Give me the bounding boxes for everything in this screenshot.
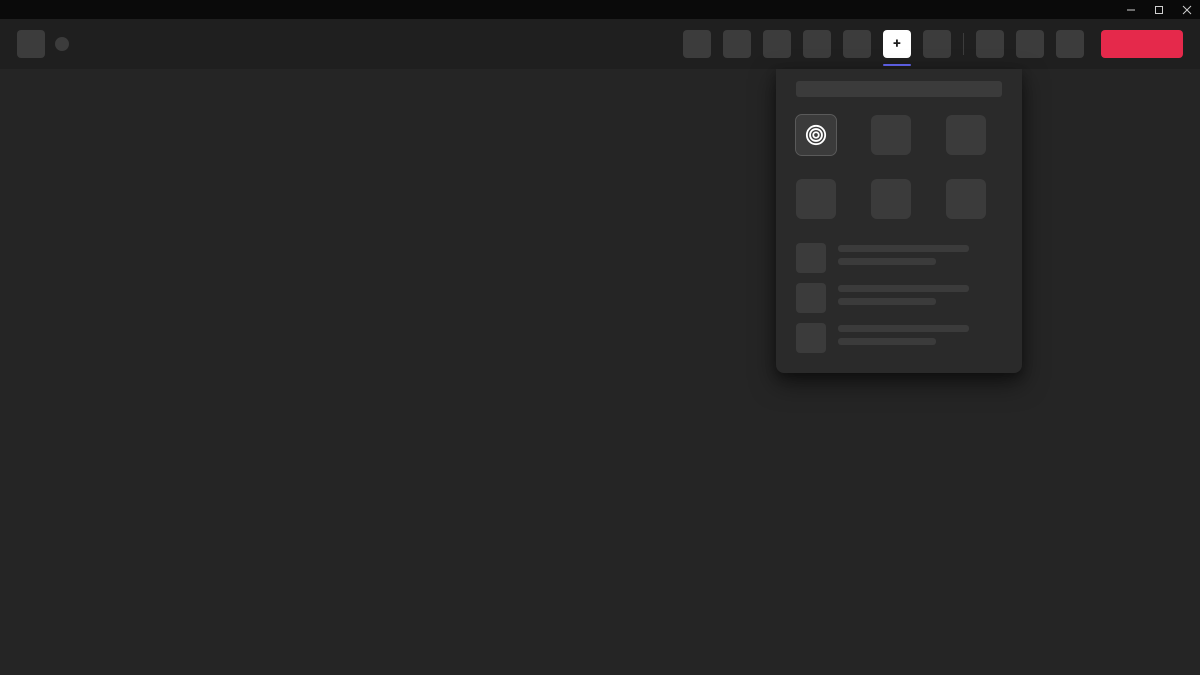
panel-template-list xyxy=(796,243,1002,353)
panel-tile-4[interactable] xyxy=(796,179,836,219)
panel-tile-2[interactable] xyxy=(871,115,911,155)
spiral-icon xyxy=(805,124,827,146)
window-titlebar: Minimize Maximize Close xyxy=(0,0,1200,19)
nav-separator xyxy=(963,33,964,55)
app-logo[interactable]: App Logo xyxy=(17,30,45,58)
list-item-text xyxy=(838,323,1002,345)
list-item-thumb xyxy=(796,323,826,353)
nav-button-3[interactable] xyxy=(763,30,791,58)
window-close-button[interactable]: Close xyxy=(1180,3,1194,17)
list-item-thumb xyxy=(796,283,826,313)
panel-tile-1[interactable] xyxy=(796,115,836,155)
add-dropdown-panel xyxy=(776,69,1022,373)
panel-list-item[interactable] xyxy=(796,323,1002,353)
app-header: App Logo Status + xyxy=(0,19,1200,69)
panel-tile-grid xyxy=(796,115,1002,219)
nav-secondary-button-2[interactable] xyxy=(1016,30,1044,58)
nav-secondary-button-3[interactable] xyxy=(1056,30,1084,58)
list-item-subtitle xyxy=(838,258,936,265)
nav-button-add[interactable]: + xyxy=(883,30,911,58)
nav-button-7[interactable] xyxy=(923,30,951,58)
list-item-title xyxy=(838,285,969,292)
list-item-text xyxy=(838,283,1002,305)
list-item-title xyxy=(838,325,969,332)
minimize-icon xyxy=(1126,5,1136,15)
panel-list-item[interactable] xyxy=(796,283,1002,313)
list-item-text xyxy=(838,243,1002,265)
panel-list-item[interactable] xyxy=(796,243,1002,273)
maximize-icon xyxy=(1154,5,1164,15)
list-item-thumb xyxy=(796,243,826,273)
panel-tile-3[interactable] xyxy=(946,115,986,155)
window-minimize-button[interactable]: Minimize xyxy=(1124,3,1138,17)
list-item-subtitle xyxy=(838,298,936,305)
app-status-indicator: Status xyxy=(55,37,69,51)
plus-icon: + xyxy=(893,37,901,51)
nav-button-1[interactable] xyxy=(683,30,711,58)
nav-button-2[interactable] xyxy=(723,30,751,58)
header-left-group: App Logo Status xyxy=(17,30,683,58)
main-canvas xyxy=(0,69,1200,675)
panel-tile-5[interactable] xyxy=(871,179,911,219)
window-maximize-button[interactable]: Maximize xyxy=(1152,3,1166,17)
nav-button-5[interactable] xyxy=(843,30,871,58)
close-icon xyxy=(1182,5,1192,15)
header-right-group: + xyxy=(683,30,1183,58)
primary-cta-button[interactable] xyxy=(1101,30,1183,58)
nav-secondary-button-1[interactable] xyxy=(976,30,1004,58)
nav-button-4[interactable] xyxy=(803,30,831,58)
panel-tile-6[interactable] xyxy=(946,179,986,219)
list-item-title xyxy=(838,245,969,252)
list-item-subtitle xyxy=(838,338,936,345)
panel-search-input[interactable] xyxy=(796,81,1002,97)
